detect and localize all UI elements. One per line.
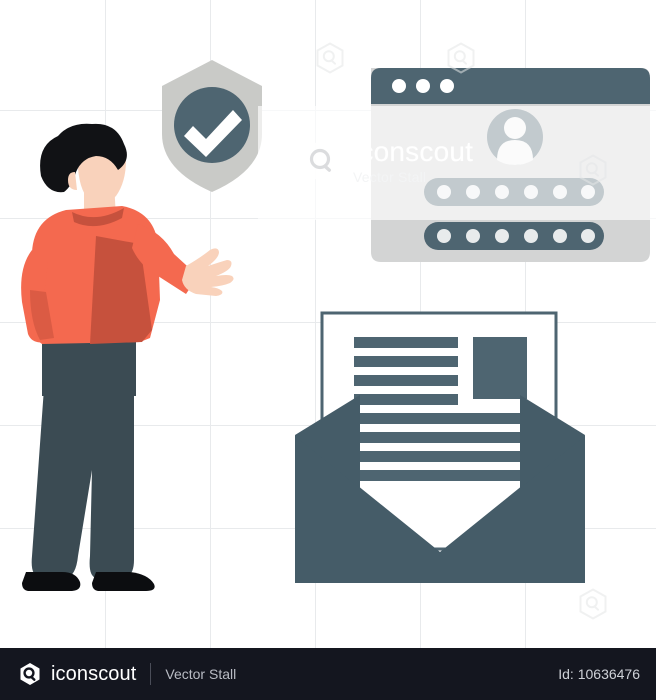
letter-line: [354, 337, 458, 348]
letter-line: [354, 470, 527, 481]
traffic-dot: [416, 79, 430, 93]
letter-line: [354, 413, 527, 424]
security-shield-with-checkmark: [162, 60, 262, 192]
illustration-canvas: iconscout Vector Stall iconscout Vector …: [0, 0, 656, 700]
footer-bar: iconscout Vector Stall Id: 10636476: [0, 648, 656, 700]
illustration-artwork: [21, 60, 650, 591]
password-field-2[interactable]: [424, 222, 604, 250]
traffic-dot: [392, 79, 406, 93]
footer-brand: iconscout: [51, 662, 137, 685]
avatar: [487, 109, 543, 165]
hand: [182, 248, 234, 296]
shoe-left: [22, 572, 81, 591]
footer-vendor: Vector Stall: [165, 666, 237, 682]
letter-line: [354, 432, 527, 443]
letter-line: [354, 375, 458, 386]
footer-asset-id: Id: 10636476: [558, 666, 640, 682]
titlebar: [371, 68, 650, 104]
standing-man-pointing: [21, 123, 234, 591]
pants: [31, 388, 134, 578]
shoe-right: [92, 572, 155, 591]
shield-check-circle: [174, 87, 250, 163]
footer-divider: [150, 663, 152, 685]
letter-line: [354, 451, 527, 462]
letter-image-block: [473, 337, 527, 399]
letter-line: [354, 356, 458, 367]
letter-line: [354, 394, 458, 405]
open-envelope-with-letter: [295, 311, 585, 583]
traffic-dot: [440, 79, 454, 93]
browser-login-window: [371, 68, 650, 262]
password-field-1[interactable]: [424, 178, 604, 206]
iconscout-logo-icon: [20, 663, 40, 685]
